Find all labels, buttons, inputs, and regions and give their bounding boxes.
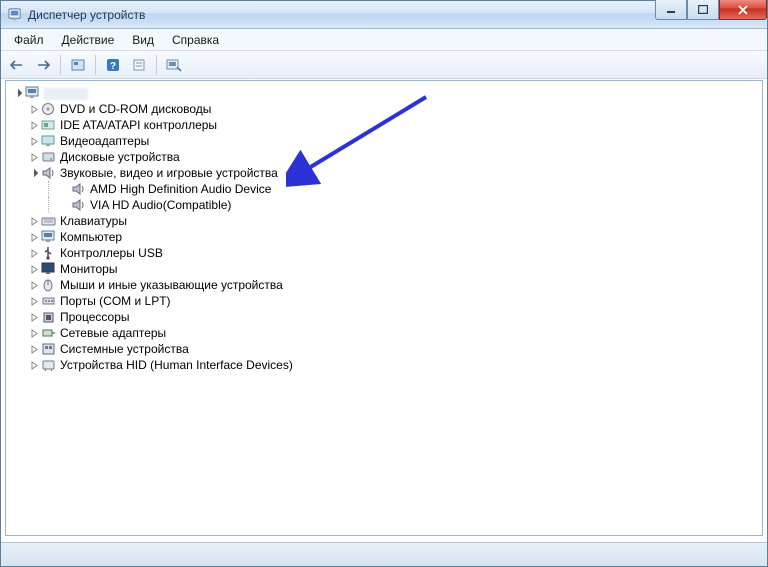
computer-icon (40, 230, 58, 244)
chevron-right-icon[interactable] (28, 249, 40, 258)
tree-category[interactable]: Процессоры (10, 309, 762, 325)
tree-category[interactable]: Компьютер (10, 229, 762, 245)
titlebar[interactable]: Диспетчер устройств (1, 1, 767, 29)
toolbar: ? (1, 51, 767, 79)
ide-icon (40, 118, 58, 132)
display-icon (40, 134, 58, 148)
tree-category-label: Системные устройства (58, 341, 189, 357)
close-button[interactable] (719, 0, 767, 20)
app-icon (7, 7, 23, 23)
show-hidden-button[interactable] (66, 54, 90, 76)
chevron-right-icon[interactable] (28, 313, 40, 322)
chevron-down-icon[interactable] (12, 89, 24, 98)
tree-device[interactable]: AMD High Definition Audio Device (10, 181, 762, 197)
computer-icon (24, 86, 42, 100)
maximize-button[interactable] (687, 0, 719, 20)
chevron-right-icon[interactable] (28, 329, 40, 338)
device-tree[interactable]: DVD и CD-ROM дисководы IDE ATA/ATAPI кон… (6, 81, 762, 377)
cpu-icon (40, 310, 58, 324)
hdd-icon (40, 150, 58, 164)
help-button[interactable]: ? (101, 54, 125, 76)
chevron-right-icon[interactable] (28, 281, 40, 290)
tree-category[interactable]: Устройства HID (Human Interface Devices) (10, 357, 762, 373)
tree-category-label: DVD и CD-ROM дисководы (58, 101, 211, 117)
tree-pane: DVD и CD-ROM дисководы IDE ATA/ATAPI кон… (5, 80, 763, 536)
chevron-right-icon[interactable] (28, 297, 40, 306)
menu-view[interactable]: Вид (123, 31, 163, 49)
window-controls (655, 0, 767, 20)
svg-text:?: ? (110, 61, 116, 72)
back-button[interactable] (5, 54, 29, 76)
usb-icon (40, 246, 58, 260)
tree-category-label: Видеоадаптеры (58, 133, 149, 149)
tree-category[interactable]: Клавиатуры (10, 213, 762, 229)
menu-action[interactable]: Действие (53, 31, 124, 49)
tree-device-label: VIA HD Audio(Compatible) (88, 197, 231, 213)
chevron-right-icon[interactable] (28, 153, 40, 162)
chevron-right-icon[interactable] (28, 265, 40, 274)
chevron-right-icon[interactable] (28, 137, 40, 146)
toolbar-separator (60, 55, 61, 75)
scan-button[interactable] (162, 54, 186, 76)
statusbar (1, 542, 767, 566)
tree-category[interactable]: Порты (COM и LPT) (10, 293, 762, 309)
toolbar-separator (95, 55, 96, 75)
tree-root[interactable] (10, 85, 762, 101)
speaker-icon (70, 198, 88, 212)
tree-category-label: Дисковые устройства (58, 149, 180, 165)
chevron-right-icon[interactable] (28, 233, 40, 242)
port-icon (40, 294, 58, 308)
tree-category-label: Компьютер (58, 229, 122, 245)
tree-category[interactable]: Мыши и иные указывающие устройства (10, 277, 762, 293)
chevron-right-icon[interactable] (28, 345, 40, 354)
chevron-right-icon[interactable] (28, 121, 40, 130)
forward-button[interactable] (31, 54, 55, 76)
speaker-icon (70, 182, 88, 196)
toolbar-separator (156, 55, 157, 75)
chevron-right-icon[interactable] (28, 105, 40, 114)
tree-category-label: Устройства HID (Human Interface Devices) (58, 357, 293, 373)
monitor-icon (40, 262, 58, 276)
tree-category[interactable]: DVD и CD-ROM дисководы (10, 101, 762, 117)
menu-help[interactable]: Справка (163, 31, 228, 49)
tree-category[interactable]: Дисковые устройства (10, 149, 762, 165)
tree-category[interactable]: Мониторы (10, 261, 762, 277)
window-title: Диспетчер устройств (28, 8, 145, 22)
mouse-icon (40, 278, 58, 292)
tree-category[interactable]: Контроллеры USB (10, 245, 762, 261)
chevron-down-icon[interactable] (28, 169, 40, 178)
tree-category-label: Мониторы (58, 261, 117, 277)
tree-category-label: Звуковые, видео и игровые устройства (58, 165, 278, 181)
tree-category-label: Сетевые адаптеры (58, 325, 166, 341)
disc-icon (40, 102, 58, 116)
properties-button[interactable] (127, 54, 151, 76)
hid-icon (40, 358, 58, 372)
device-manager-window: Диспетчер устройств Файл Действие Вид Сп… (0, 0, 768, 567)
system-icon (40, 342, 58, 356)
tree-category[interactable]: Звуковые, видео и игровые устройства (10, 165, 762, 181)
tree-category[interactable]: Сетевые адаптеры (10, 325, 762, 341)
tree-device[interactable]: VIA HD Audio(Compatible) (10, 197, 762, 213)
speaker-icon (40, 166, 58, 180)
tree-category-label: Контроллеры USB (58, 245, 163, 261)
tree-category[interactable]: Системные устройства (10, 341, 762, 357)
menubar: Файл Действие Вид Справка (1, 29, 767, 51)
tree-root-label (42, 85, 88, 101)
tree-category-label: Процессоры (58, 309, 130, 325)
minimize-button[interactable] (655, 0, 687, 20)
chevron-right-icon[interactable] (28, 217, 40, 226)
chevron-right-icon[interactable] (28, 361, 40, 370)
tree-category-label: Порты (COM и LPT) (58, 293, 171, 309)
tree-category[interactable]: Видеоадаптеры (10, 133, 762, 149)
keyboard-icon (40, 214, 58, 228)
tree-category-label: Мыши и иные указывающие устройства (58, 277, 283, 293)
tree-category[interactable]: IDE ATA/ATAPI контроллеры (10, 117, 762, 133)
net-icon (40, 326, 58, 340)
menu-file[interactable]: Файл (5, 31, 53, 49)
tree-device-label: AMD High Definition Audio Device (88, 181, 271, 197)
tree-category-label: Клавиатуры (58, 213, 127, 229)
tree-category-label: IDE ATA/ATAPI контроллеры (58, 117, 217, 133)
